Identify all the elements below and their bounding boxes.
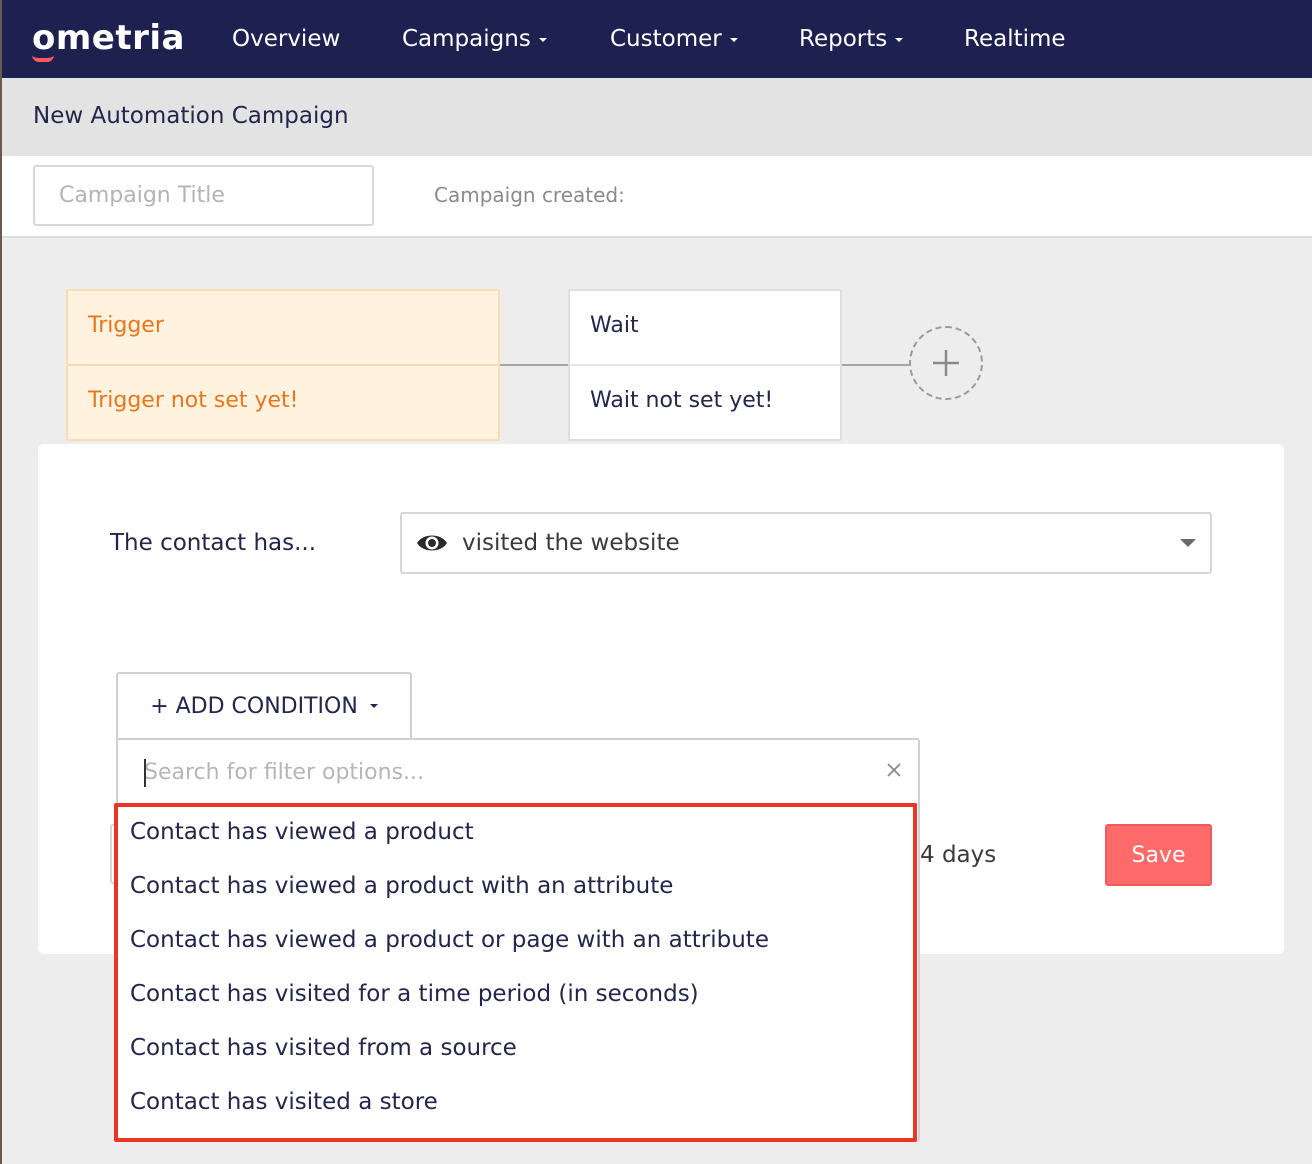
add-condition-label: + ADD CONDITION xyxy=(150,693,358,719)
filter-option[interactable]: Contact has visited for a time period (i… xyxy=(130,981,699,1007)
behaviour-select[interactable]: visited the website xyxy=(400,512,1212,574)
eye-icon xyxy=(417,535,447,551)
nav-overview-label: Overview xyxy=(232,26,341,52)
wait-node[interactable]: Wait Wait not set yet! xyxy=(568,289,842,441)
nav-realtime[interactable]: Realtime xyxy=(964,26,1066,52)
filter-option[interactable]: Contact has viewed a product xyxy=(130,819,474,845)
flow-connector xyxy=(842,364,909,366)
chevron-down-icon xyxy=(369,704,378,708)
filter-option-list: Contact has viewed a product Contact has… xyxy=(118,806,916,1142)
close-icon[interactable] xyxy=(884,760,904,780)
nav-campaigns[interactable]: Campaigns xyxy=(402,26,547,52)
add-condition-button[interactable]: + ADD CONDITION xyxy=(116,672,412,738)
chevron-down-icon xyxy=(538,38,547,42)
filter-search-row xyxy=(118,740,918,804)
nav-customer[interactable]: Customer xyxy=(610,26,738,52)
dropdown-caret-icon xyxy=(1180,539,1196,547)
page: ometria Overview Campaigns Customer Repo… xyxy=(0,0,1312,1164)
campaign-created-label: Campaign created: xyxy=(434,183,625,207)
filter-options-dropdown: Contact has viewed a product Contact has… xyxy=(116,738,920,1142)
nav-realtime-label: Realtime xyxy=(964,26,1066,52)
ometria-logo[interactable]: ometria xyxy=(32,18,185,58)
filter-option[interactable]: Contact has viewed a product with an att… xyxy=(130,873,673,899)
filter-option[interactable]: Contact has viewed a product or page wit… xyxy=(130,927,769,953)
trigger-node-status: Trigger not set yet! xyxy=(88,388,299,413)
save-button[interactable]: Save xyxy=(1105,824,1212,886)
page-title: New Automation Campaign xyxy=(33,103,349,129)
nav-reports[interactable]: Reports xyxy=(799,26,904,52)
top-nav: ometria Overview Campaigns Customer Repo… xyxy=(2,0,1312,78)
behaviour-select-value: visited the website xyxy=(462,530,680,556)
campaign-title-input[interactable] xyxy=(33,165,374,226)
wait-node-status: Wait not set yet! xyxy=(590,388,774,413)
trigger-node-title: Trigger xyxy=(68,291,498,366)
add-step-button[interactable] xyxy=(909,326,983,400)
nav-overview[interactable]: Overview xyxy=(232,26,340,52)
plus-icon xyxy=(933,350,959,376)
page-header: New Automation Campaign xyxy=(2,78,1312,156)
campaign-title-bar: Campaign created: xyxy=(2,156,1312,238)
filter-option[interactable]: Contact has visited a store xyxy=(130,1089,438,1115)
trigger-node[interactable]: Trigger Trigger not set yet! xyxy=(66,289,500,441)
chevron-down-icon xyxy=(729,38,738,42)
text-cursor xyxy=(144,759,146,787)
wait-node-title: Wait xyxy=(570,291,840,366)
logo-smile-icon xyxy=(32,55,54,62)
days-value: 4 days xyxy=(920,842,997,868)
nav-customer-label: Customer xyxy=(610,26,722,52)
flow-connector xyxy=(500,364,568,366)
filter-search-input[interactable] xyxy=(144,752,844,792)
filter-option[interactable]: Contact has visited from a source xyxy=(130,1035,517,1061)
nav-reports-label: Reports xyxy=(799,26,888,52)
contact-has-label: The contact has... xyxy=(110,530,317,556)
nav-campaigns-label: Campaigns xyxy=(402,26,531,52)
close-icon-glyph xyxy=(887,763,901,777)
chevron-down-icon xyxy=(895,38,904,42)
